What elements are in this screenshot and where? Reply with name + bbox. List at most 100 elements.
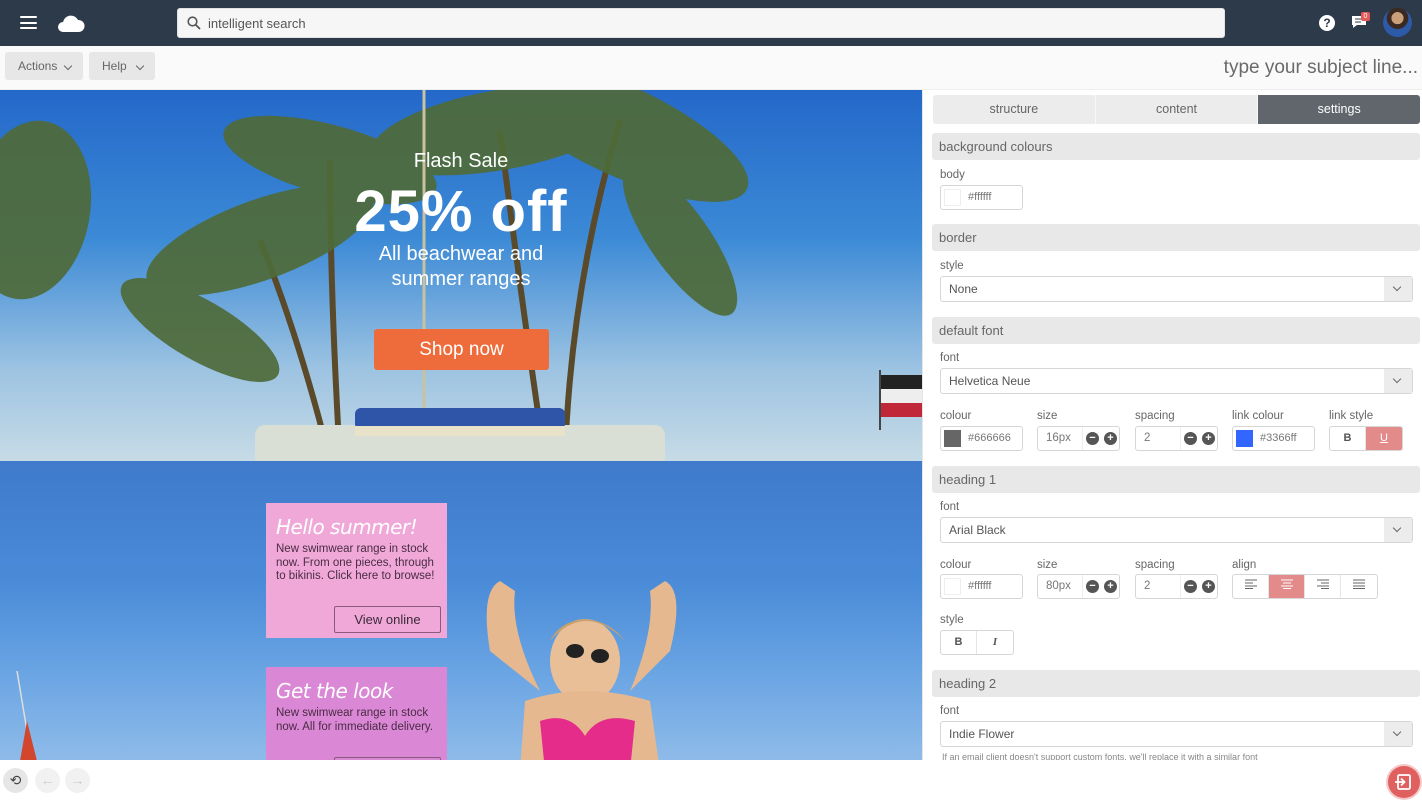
- colour-swatch: [944, 578, 961, 595]
- default-size-value: 16px: [1046, 432, 1071, 444]
- plus-icon[interactable]: +: [1202, 580, 1215, 593]
- heading1-colour-picker[interactable]: #ffffff: [940, 574, 1023, 599]
- align-justify-icon[interactable]: [1341, 575, 1377, 598]
- link-style-group: B U: [1329, 426, 1403, 451]
- italic-button[interactable]: I: [977, 631, 1013, 654]
- heading1-size-stepper[interactable]: 80px − +: [1037, 574, 1120, 599]
- hero-headline: 25% off: [354, 179, 568, 244]
- heading1-colour-label: colour: [940, 559, 972, 571]
- exit-icon[interactable]: [1388, 766, 1420, 798]
- search-bar: [177, 8, 1225, 38]
- search-icon: [187, 16, 201, 30]
- align-center-icon[interactable]: [1269, 575, 1305, 598]
- heading1-colour-value: #ffffff: [968, 580, 992, 592]
- border-style-value: None: [949, 282, 978, 296]
- tab-content[interactable]: content: [1096, 95, 1259, 124]
- body-colour-label: body: [940, 169, 965, 181]
- cloud-icon[interactable]: [57, 13, 85, 33]
- heading1-spacing-stepper[interactable]: 2 − +: [1135, 574, 1218, 599]
- hero-kicker: Flash Sale: [413, 150, 509, 172]
- bottom-bar: ⟲ ← →: [0, 760, 922, 800]
- top-bar: ? 0: [0, 0, 1422, 46]
- minus-icon[interactable]: −: [1184, 432, 1197, 445]
- heading1-align-label: align: [1232, 559, 1257, 571]
- summer-section[interactable]: Hello summer! New swimwear range in stoc…: [0, 461, 922, 760]
- custom-font-note: If an email client doesn't support custo…: [942, 752, 1258, 760]
- flag-image: [879, 370, 922, 430]
- arrow-right-icon[interactable]: →: [65, 768, 90, 793]
- link-colour-label: link colour: [1232, 410, 1284, 422]
- bold-button[interactable]: B: [941, 631, 977, 654]
- question-icon[interactable]: ?: [1319, 15, 1335, 31]
- history-icon[interactable]: ⟲: [3, 768, 28, 793]
- heading1-style-group: B I: [940, 630, 1014, 655]
- default-font-select[interactable]: Helvetica Neue: [940, 368, 1413, 394]
- plus-icon[interactable]: +: [1202, 432, 1215, 445]
- van-image: [255, 408, 665, 461]
- search-input[interactable]: [208, 9, 1208, 37]
- promo-card: Get the look New swimwear range in stock…: [266, 667, 447, 760]
- minus-icon[interactable]: −: [1086, 432, 1099, 445]
- default-size-label: size: [1037, 410, 1058, 422]
- promo-card: Hello summer! New swimwear range in stoc…: [266, 503, 447, 638]
- link-colour-picker[interactable]: #3366ff: [1232, 426, 1315, 451]
- border-style-label: style: [940, 260, 964, 272]
- default-size-stepper[interactable]: 16px − +: [1037, 426, 1120, 451]
- chevron-down-icon: [135, 61, 145, 71]
- default-font-value: Helvetica Neue: [949, 374, 1031, 388]
- default-spacing-value: 2: [1144, 432, 1151, 444]
- actions-label: Actions: [18, 59, 58, 73]
- body-colour-value: #ffffff: [968, 191, 992, 203]
- link-colour-value: #3366ff: [1260, 432, 1297, 444]
- heading1-font-select[interactable]: Arial Black: [940, 517, 1413, 543]
- default-spacing-stepper[interactable]: 2 − +: [1135, 426, 1218, 451]
- panel-tabs: structure content settings: [933, 95, 1420, 124]
- actions-menu-button[interactable]: Actions: [5, 52, 83, 80]
- heading1-font-value: Arial Black: [949, 523, 1006, 537]
- shop-now-button[interactable]: Shop now: [374, 329, 549, 370]
- plus-icon[interactable]: +: [1104, 580, 1117, 593]
- default-font-label: font: [940, 352, 960, 364]
- tab-structure[interactable]: structure: [933, 95, 1096, 124]
- chevron-down-icon: [1384, 722, 1412, 746]
- help-label: Help: [102, 59, 127, 73]
- heading2-font-value: Indie Flower: [949, 727, 1015, 741]
- section-heading-2[interactable]: heading 2: [932, 670, 1420, 697]
- heading2-font-select[interactable]: Indie Flower: [940, 721, 1413, 747]
- heading2-font-label: font: [940, 705, 960, 717]
- card-title: Get the look: [276, 679, 393, 703]
- section-background-colours[interactable]: background colours: [932, 133, 1420, 160]
- default-colour-picker[interactable]: #666666: [940, 426, 1023, 451]
- minus-icon[interactable]: −: [1184, 580, 1197, 593]
- align-right-icon[interactable]: [1305, 575, 1341, 598]
- hamburger-icon[interactable]: [20, 16, 37, 29]
- chevron-down-icon: [1384, 277, 1412, 301]
- arrow-left-icon[interactable]: ←: [35, 768, 60, 793]
- user-avatar[interactable]: [1383, 8, 1412, 37]
- body-colour-picker[interactable]: #ffffff: [940, 185, 1023, 210]
- tab-settings[interactable]: settings: [1258, 95, 1420, 124]
- view-online-button[interactable]: View online: [334, 606, 441, 633]
- heading1-align-group: [1232, 574, 1378, 599]
- default-spacing-label: spacing: [1135, 410, 1175, 422]
- minus-icon[interactable]: −: [1086, 580, 1099, 593]
- section-heading-1[interactable]: heading 1: [932, 466, 1420, 493]
- section-border[interactable]: border: [932, 224, 1420, 251]
- heading1-size-value: 80px: [1046, 580, 1071, 592]
- align-left-icon[interactable]: [1233, 575, 1269, 598]
- link-bold-button[interactable]: B: [1330, 427, 1366, 450]
- link-style-label: link style: [1329, 410, 1374, 422]
- sail-image: [16, 671, 37, 760]
- heading1-size-label: size: [1037, 559, 1058, 571]
- help-menu-button[interactable]: Help: [89, 52, 155, 80]
- hero-subline-1: All beachwear and: [378, 243, 544, 265]
- card-title: Hello summer!: [276, 515, 418, 539]
- border-style-select[interactable]: None: [940, 276, 1413, 302]
- chevron-down-icon: [1384, 369, 1412, 393]
- subject-line-input[interactable]: [918, 56, 1418, 80]
- hero-section[interactable]: Flash Sale 25% off All beachwear and sum…: [0, 90, 922, 461]
- link-underline-button[interactable]: U: [1366, 427, 1402, 450]
- plus-icon[interactable]: +: [1104, 432, 1117, 445]
- section-default-font[interactable]: default font: [932, 317, 1420, 344]
- heading1-style-label: style: [940, 614, 964, 626]
